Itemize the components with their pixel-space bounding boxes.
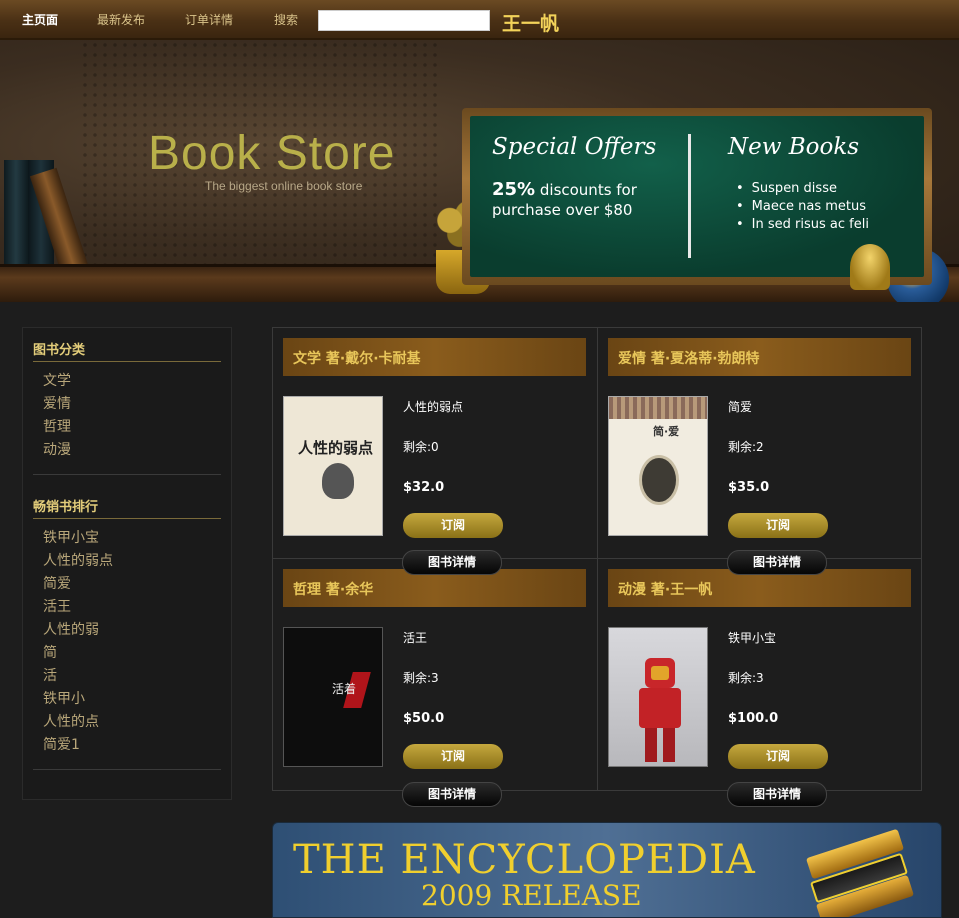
brand-subtitle: The biggest online book store (205, 179, 363, 193)
book-cover[interactable] (608, 627, 708, 767)
book-cover[interactable]: 活着 (283, 627, 383, 767)
sidebar: 图书分类 文学 爱情 哲理 动漫 畅销书排行 铁甲小宝 人性的弱点 简爱 活王 … (22, 327, 232, 800)
bestseller-list: 铁甲小宝 人性的弱点 简爱 活王 人性的弱 简 活 铁甲小 人性的点 简爱1 (43, 527, 113, 757)
product-name: 人性的弱点 (403, 400, 464, 414)
detail-button[interactable]: 图书详情 (402, 550, 502, 575)
product-header[interactable]: 爱情 著·夏洛蒂·勃朗特 (608, 338, 911, 376)
new-books-title: New Books (728, 134, 860, 160)
product-card: 文学 著·戴尔·卡耐基 人性的弱点 人性的弱点 剩余:0 $32.0 订阅 (273, 328, 598, 559)
new-book-item[interactable]: In sed risus ac feli (748, 216, 869, 234)
top-nav: 主页面 最新发布 订单详情 搜索 王一帆 (0, 0, 959, 40)
product-card: 动漫 著·王一帆 铁甲小宝 剩余:3 $100.0 订阅 (598, 559, 923, 790)
robot-body (639, 688, 681, 728)
order-button[interactable]: 订阅 (728, 744, 828, 769)
brand-title: Book Store (148, 127, 396, 180)
new-book-item[interactable]: Maece nas metus (748, 198, 869, 216)
bestseller-item[interactable]: 简 (43, 642, 113, 665)
robot-face (651, 666, 669, 680)
category-list: 文学 爱情 哲理 动漫 (43, 370, 71, 462)
category-item[interactable]: 哲理 (43, 416, 71, 439)
product-stock: 剩余:3 (403, 671, 439, 685)
bestseller-item[interactable]: 人性的弱点 (43, 550, 113, 573)
nav-orders[interactable]: 订单详情 (185, 11, 233, 28)
categories-title: 图书分类 (33, 343, 86, 358)
divider (33, 474, 221, 475)
product-stock: 剩余:3 (728, 671, 764, 685)
special-offers-text: 25% discounts for purchase over $80 (492, 180, 672, 220)
category-item[interactable]: 爱情 (43, 393, 71, 416)
chalk-divider (688, 134, 691, 258)
portrait-icon (322, 463, 354, 499)
bestseller-item[interactable]: 活王 (43, 596, 113, 619)
bestseller-item[interactable]: 铁甲小宝 (43, 527, 113, 550)
bestseller-item[interactable]: 简爱 (43, 573, 113, 596)
new-book-item[interactable]: Suspen disse (748, 180, 869, 198)
special-offers-title: Special Offers (492, 134, 657, 160)
product-name: 简爱 (728, 400, 753, 414)
divider (33, 361, 221, 362)
divider (33, 769, 221, 770)
order-button[interactable]: 订阅 (403, 744, 503, 769)
bestseller-item[interactable]: 简爱1 (43, 734, 113, 757)
bestseller-item[interactable]: 活 (43, 665, 113, 688)
bestseller-item[interactable]: 人性的弱 (43, 619, 113, 642)
bell-icon (850, 244, 890, 290)
product-stock: 剩余:2 (728, 440, 764, 454)
order-button[interactable]: 订阅 (728, 513, 828, 538)
product-card: 哲理 著·余华 活着 活王 剩余:3 $50.0 订阅 (273, 559, 598, 790)
product-price: $32.0 (403, 480, 445, 495)
book-cover[interactable]: 简·爱 (608, 396, 708, 536)
username: 王一帆 (502, 13, 560, 35)
bestseller-item[interactable]: 人性的点 (43, 711, 113, 734)
category-item[interactable]: 文学 (43, 370, 71, 393)
banner-title: THE ENCYCLOPEDIA (293, 837, 756, 883)
book-cover[interactable]: 人性的弱点 (283, 396, 383, 536)
divider (33, 518, 221, 519)
new-books-list: Suspen disse Maece nas metus In sed risu… (748, 180, 869, 234)
detail-button[interactable]: 图书详情 (727, 550, 827, 575)
product-name: 活王 (403, 631, 428, 645)
product-name: 铁甲小宝 (728, 631, 777, 645)
detail-button[interactable]: 图书详情 (727, 782, 827, 807)
detail-button[interactable]: 图书详情 (402, 782, 502, 807)
cover-title: 简·爱 (653, 425, 680, 438)
robot-legs (645, 728, 675, 762)
search-input[interactable] (318, 10, 490, 31)
nav-latest[interactable]: 最新发布 (97, 11, 145, 28)
product-price: $50.0 (403, 711, 445, 726)
cover-title: 活着 (332, 682, 357, 696)
nav-home[interactable]: 主页面 (22, 11, 58, 28)
bestseller-item[interactable]: 铁甲小 (43, 688, 113, 711)
discount-value: 25% (492, 179, 536, 200)
product-header[interactable]: 文学 著·戴尔·卡耐基 (283, 338, 586, 376)
cover-title: 人性的弱点 (298, 439, 374, 457)
bestsellers-title: 畅销书排行 (33, 500, 99, 515)
portrait-icon (639, 455, 679, 505)
product-price: $35.0 (728, 480, 770, 495)
cover-band (609, 397, 707, 419)
order-button[interactable]: 订阅 (403, 513, 503, 538)
product-stock: 剩余:0 (403, 440, 439, 454)
encyclopedia-banner[interactable]: THE ENCYCLOPEDIA 2009 RELEASE (272, 822, 942, 918)
product-card: 爱情 著·夏洛蒂·勃朗特 简·爱 简爱 剩余:2 $35.0 订阅 (598, 328, 923, 559)
nav-search[interactable]: 搜索 (274, 11, 298, 28)
banner-subtitle: 2009 RELEASE (421, 879, 642, 912)
books-icon (803, 827, 915, 917)
category-item[interactable]: 动漫 (43, 439, 71, 462)
header-banner: Book Store The biggest online book store… (0, 40, 959, 302)
product-price: $100.0 (728, 711, 779, 726)
